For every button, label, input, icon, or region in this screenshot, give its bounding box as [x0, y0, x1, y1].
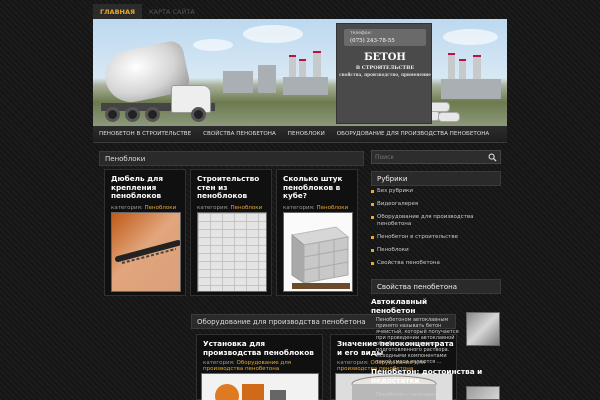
- category-item[interactable]: Пеноблоки: [371, 247, 501, 254]
- phone-number: (075) 243-78-55: [350, 38, 395, 44]
- rubrics-heading: Рубрики: [371, 171, 501, 186]
- phone-label: телефон:: [350, 31, 373, 36]
- page-wrapper: Главная Карта сайта телефон:: [93, 0, 507, 400]
- section-heading-foam-blocks[interactable]: Пеноблоки: [99, 151, 364, 166]
- article-thumbnail[interactable]: [197, 212, 267, 292]
- article-thumbnail[interactable]: [201, 373, 319, 400]
- category-item[interactable]: Оборудование для производства пенобетона: [371, 214, 501, 227]
- phone-box: телефон: (075) 243-78-55: [344, 29, 426, 46]
- article-card[interactable]: Дюбель для крепления пеноблоков категори…: [104, 169, 186, 296]
- sidebar-post-title[interactable]: Пенобетон: достоинства и недостатки: [371, 367, 491, 385]
- search-box: [371, 150, 501, 164]
- top-nav-home[interactable]: Главная: [93, 4, 143, 20]
- nav-foam-concrete-construction[interactable]: Пенобетон в строительстве: [93, 126, 197, 142]
- article-card[interactable]: Установка для производства пеноблоков ка…: [196, 334, 323, 400]
- article-category: категория: Пеноблоки: [111, 205, 177, 211]
- nav-foam-blocks[interactable]: Пеноблоки: [282, 126, 331, 142]
- article-thumbnail[interactable]: [111, 212, 181, 292]
- sidebar-post-thumbnail[interactable]: [466, 312, 500, 346]
- category-item[interactable]: Свойства пенобетона: [371, 260, 501, 267]
- site-tagline: свойства, производство, применение: [339, 72, 431, 77]
- site-title-box: телефон: (075) 243-78-55 БЕТОН В СТРОИТЕ…: [336, 23, 432, 124]
- article-thumbnail[interactable]: [283, 212, 353, 292]
- category-item[interactable]: Пенобетон в строительстве: [371, 234, 501, 241]
- article-card[interactable]: Сколько штук пеноблоков в кубе? категори…: [276, 169, 358, 296]
- search-input[interactable]: [375, 153, 485, 162]
- site-subtitle: В СТРОИТЕЛЬСТВЕ: [355, 65, 415, 71]
- article-category: категория: Оборудование для производства…: [203, 360, 292, 372]
- properties-heading: Свойства пенобетона: [371, 279, 501, 294]
- sidebar-post-title[interactable]: Автоклавный пенобетон: [371, 297, 471, 315]
- main-nav: Пенобетон в строительстве Свойства пеноб…: [93, 126, 507, 143]
- truck-cab: [171, 85, 211, 113]
- top-nav: Главная Карта сайта: [93, 4, 202, 20]
- search-icon[interactable]: [488, 153, 497, 162]
- top-nav-sitemap[interactable]: Карта сайта: [142, 4, 202, 20]
- article-title[interactable]: Сколько штук пеноблоков в кубе?: [283, 174, 361, 201]
- article-title[interactable]: Строительство стен из пеноблоков: [197, 174, 275, 201]
- category-link[interactable]: Пеноблоки: [145, 205, 177, 211]
- article-card[interactable]: Строительство стен из пеноблоков категор…: [190, 169, 272, 296]
- sidebar-post-excerpt: Пенобетон с течением: [376, 392, 436, 398]
- sidebar-post-thumbnail[interactable]: [466, 386, 500, 400]
- category-item[interactable]: Видеогалерея: [371, 201, 501, 208]
- site-title[interactable]: БЕТОН: [337, 52, 433, 63]
- category-link[interactable]: Пеноблоки: [317, 205, 349, 211]
- category-link[interactable]: Пеноблоки: [231, 205, 263, 211]
- article-category: категория: Пеноблоки: [283, 205, 349, 211]
- category-item[interactable]: Без рубрики: [371, 188, 501, 195]
- article-category: категория: Пеноблоки: [197, 205, 263, 211]
- sidebar-post-excerpt: Пенобетоном автоклавным принято называть…: [376, 317, 459, 365]
- nav-foam-concrete-properties[interactable]: Свойства пенобетона: [197, 126, 282, 142]
- nav-equipment[interactable]: Оборудование для производства пенобетона: [331, 126, 496, 142]
- category-list: Без рубрики Видеогалерея Оборудование дл…: [371, 188, 501, 273]
- article-title[interactable]: Дюбель для крепления пеноблоков: [111, 174, 189, 201]
- header-banner: телефон: (075) 243-78-55 БЕТОН В СТРОИТЕ…: [93, 19, 507, 126]
- article-title[interactable]: Установка для производства пеноблоков: [203, 339, 321, 357]
